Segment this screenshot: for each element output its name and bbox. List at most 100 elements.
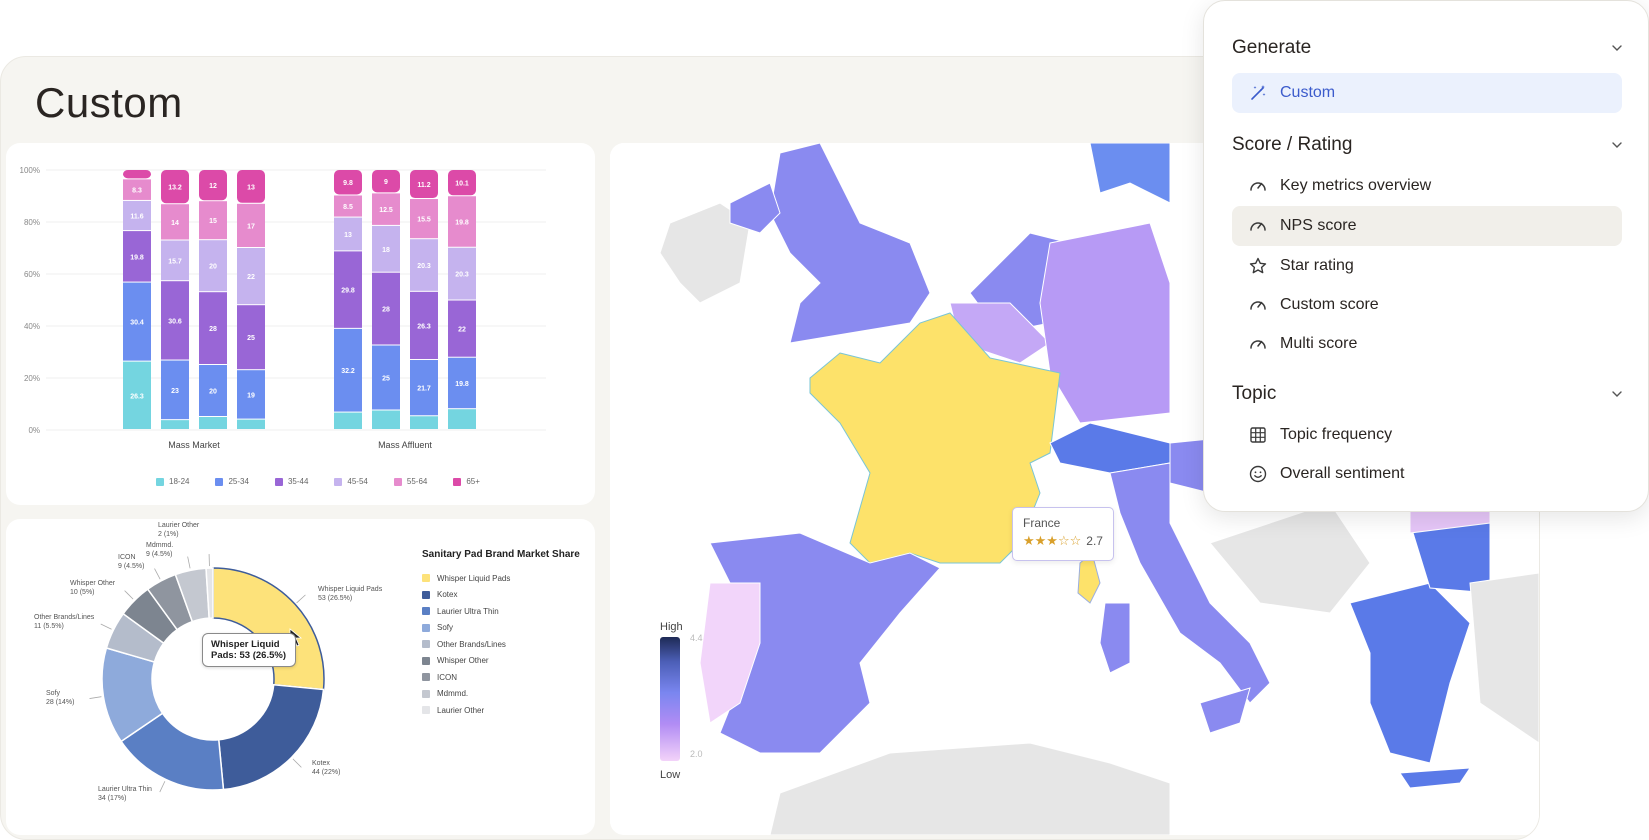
bar-legend-label: 45-54 [347,477,368,486]
menu-item-topic-frequency[interactable]: Topic frequency [1232,415,1622,455]
star-rating-icon: ★★★☆☆ [1023,533,1082,548]
donut-leader-line [124,590,134,600]
bar-legend-label: 25-34 [228,477,249,486]
bar-data-label: 13 [344,232,352,239]
bar-data-label: 19.8 [455,381,469,388]
donut-legend-label: Mdmmd. [437,689,469,699]
bar-data-label: 9.8 [343,180,353,187]
bar-legend-label: 35-44 [287,477,309,486]
bar-chart-legend: 18-24 25-34 35-44 45-54 55-64 65+ [156,477,480,486]
donut-legend-item[interactable]: Other Brands/Lines [422,636,580,653]
bar-legend-item[interactable]: 25-34 [215,477,249,486]
bar-data-label: 20.3 [417,263,431,270]
donut-slice-label: Laurier Ultra Thin [98,786,152,793]
donut-slice-value: 53 (26.5%) [318,595,352,602]
bar-group-label: Mass Market [168,440,220,450]
page-title: Custom [35,79,183,126]
bar-legend-item[interactable]: 18-24 [156,477,189,486]
chevron-down-icon[interactable] [1610,138,1624,152]
bar-data-label: 17 [247,223,255,230]
map-color-legend: High 4.4 2.0 Low [660,621,703,781]
bar-data-label: 8.5 [343,204,353,211]
map-legend-low: Low [660,769,681,781]
menu-item-label: NPS score [1280,217,1357,234]
donut-leader-line [292,758,302,768]
donut-slice-label: Other Brands/Lines [34,614,95,621]
bar-data-label: 30.6 [168,318,182,325]
bar-data-label: 11.6 [130,214,143,221]
bar-segment[interactable] [448,409,476,429]
donut-chart-card[interactable]: Whisper Liquid Pads 53 (26.5%) Kotex 44 (22… [6,519,595,835]
menu-section-header[interactable]: Score / Rating [1232,134,1624,156]
bar-legend-item[interactable]: 55-64 [393,477,427,486]
magic-wand-icon [1251,85,1266,100]
bar-data-label: 20 [209,264,217,271]
bar-legend-item[interactable]: 35-44 [274,477,309,486]
menu-item-star-rating[interactable]: Star rating [1232,246,1622,286]
donut-leader-line [159,781,166,793]
bar-data-label: 10.1 [455,181,469,188]
menu-item-key-metrics-overview[interactable]: Key metrics overview [1232,166,1622,206]
donut-slice-label: Whisper Other [70,580,116,587]
menu-item-custom[interactable]: Custom [1232,73,1622,113]
bar-segment[interactable] [199,417,227,429]
menu-item-label: Key metrics overview [1280,177,1432,194]
bar-segment[interactable] [123,170,151,179]
donut-leader-line [187,556,191,569]
stacked-bar-chart: 0% 20% 40% 60% 80% 100% 26.3 30.4 19.8 11.6 8.3 23 3… [20,166,546,450]
menu-section-header[interactable]: Topic [1232,383,1624,405]
stacked-bar-chart-card[interactable]: 0% 20% 40% 60% 80% 100% 26.3 30.4 19.8 11.6 8.3 23 3… [6,143,595,505]
donut-legend-item[interactable]: Sofy [422,620,580,637]
bar-data-label: 26.3 [130,393,144,400]
bar-data-label: 32.2 [341,368,355,375]
donut-legend-swatch [422,706,430,715]
chevron-down-icon[interactable] [1610,41,1624,55]
bar-segment[interactable] [161,420,189,429]
bar-segment[interactable] [237,419,265,429]
bar-y-tick: 20% [24,374,40,383]
bar-legend-item[interactable]: 45-54 [334,477,368,486]
menu-item-nps-score[interactable]: NPS score [1232,206,1622,246]
bar-data-label: 15.7 [168,258,182,265]
bar-data-label: 22 [458,327,466,334]
donut-slice-value: 28 (14%) [46,699,74,706]
bar-y-tick: 60% [24,270,40,279]
menu-section-title: Topic [1232,383,1277,404]
gauge-icon [1250,340,1266,349]
donut-slice-value: 10 (5%) [70,589,95,596]
map-tooltip-country: France [1023,516,1061,530]
menu-item-overall-sentiment[interactable]: Overall sentiment [1232,454,1622,494]
donut-slice-label: Whisper Liquid Pads [318,586,383,593]
donut-legend-item[interactable]: Laurier Ultra Thin [422,603,580,620]
bar-data-label: 19.8 [455,220,469,227]
bar-segment[interactable] [410,416,438,429]
map-legend-high: High [660,621,683,633]
menu-item-label: Custom [1280,84,1336,101]
bar-legend-item[interactable]: 65+ [453,477,480,486]
menu-section-header[interactable]: Generate [1232,37,1624,59]
bar-data-label: 29.8 [341,288,355,295]
donut-legend-label: Other Brands/Lines [437,639,506,649]
bar-data-label: 9 [384,179,388,186]
donut-legend-item[interactable]: Mdmmd. [422,686,580,703]
gauge-icon [1250,182,1266,191]
bar-segment[interactable] [334,412,362,429]
donut-legend-item[interactable]: Whisper Other [422,653,580,670]
bar-segment[interactable] [372,410,400,430]
bar-data-label: 14 [171,220,179,227]
donut-legend-item[interactable]: Whisper Liquid Pads [422,570,580,587]
chevron-down-icon[interactable] [1610,387,1624,401]
menu-item-multi-score[interactable]: Multi score [1232,324,1622,364]
donut-legend-item[interactable]: ICON [422,669,580,686]
bar-legend-swatch [215,477,224,486]
bar-data-label: 13 [247,184,255,191]
menu-item-custom-score[interactable]: Custom score [1232,285,1622,325]
donut-legend-item[interactable]: Kotex [422,587,580,604]
donut-legend-item[interactable]: Laurier Other [422,702,580,719]
bar-data-label: 15.5 [417,217,431,224]
donut-slice[interactable] [212,567,325,691]
donut-legend-swatch [422,574,430,583]
bar-legend-swatch [274,477,283,486]
visualization-type-menu[interactable]: Generate Custom Score / Rating Key metrics … [1203,0,1649,512]
donut-slice[interactable] [217,683,325,791]
